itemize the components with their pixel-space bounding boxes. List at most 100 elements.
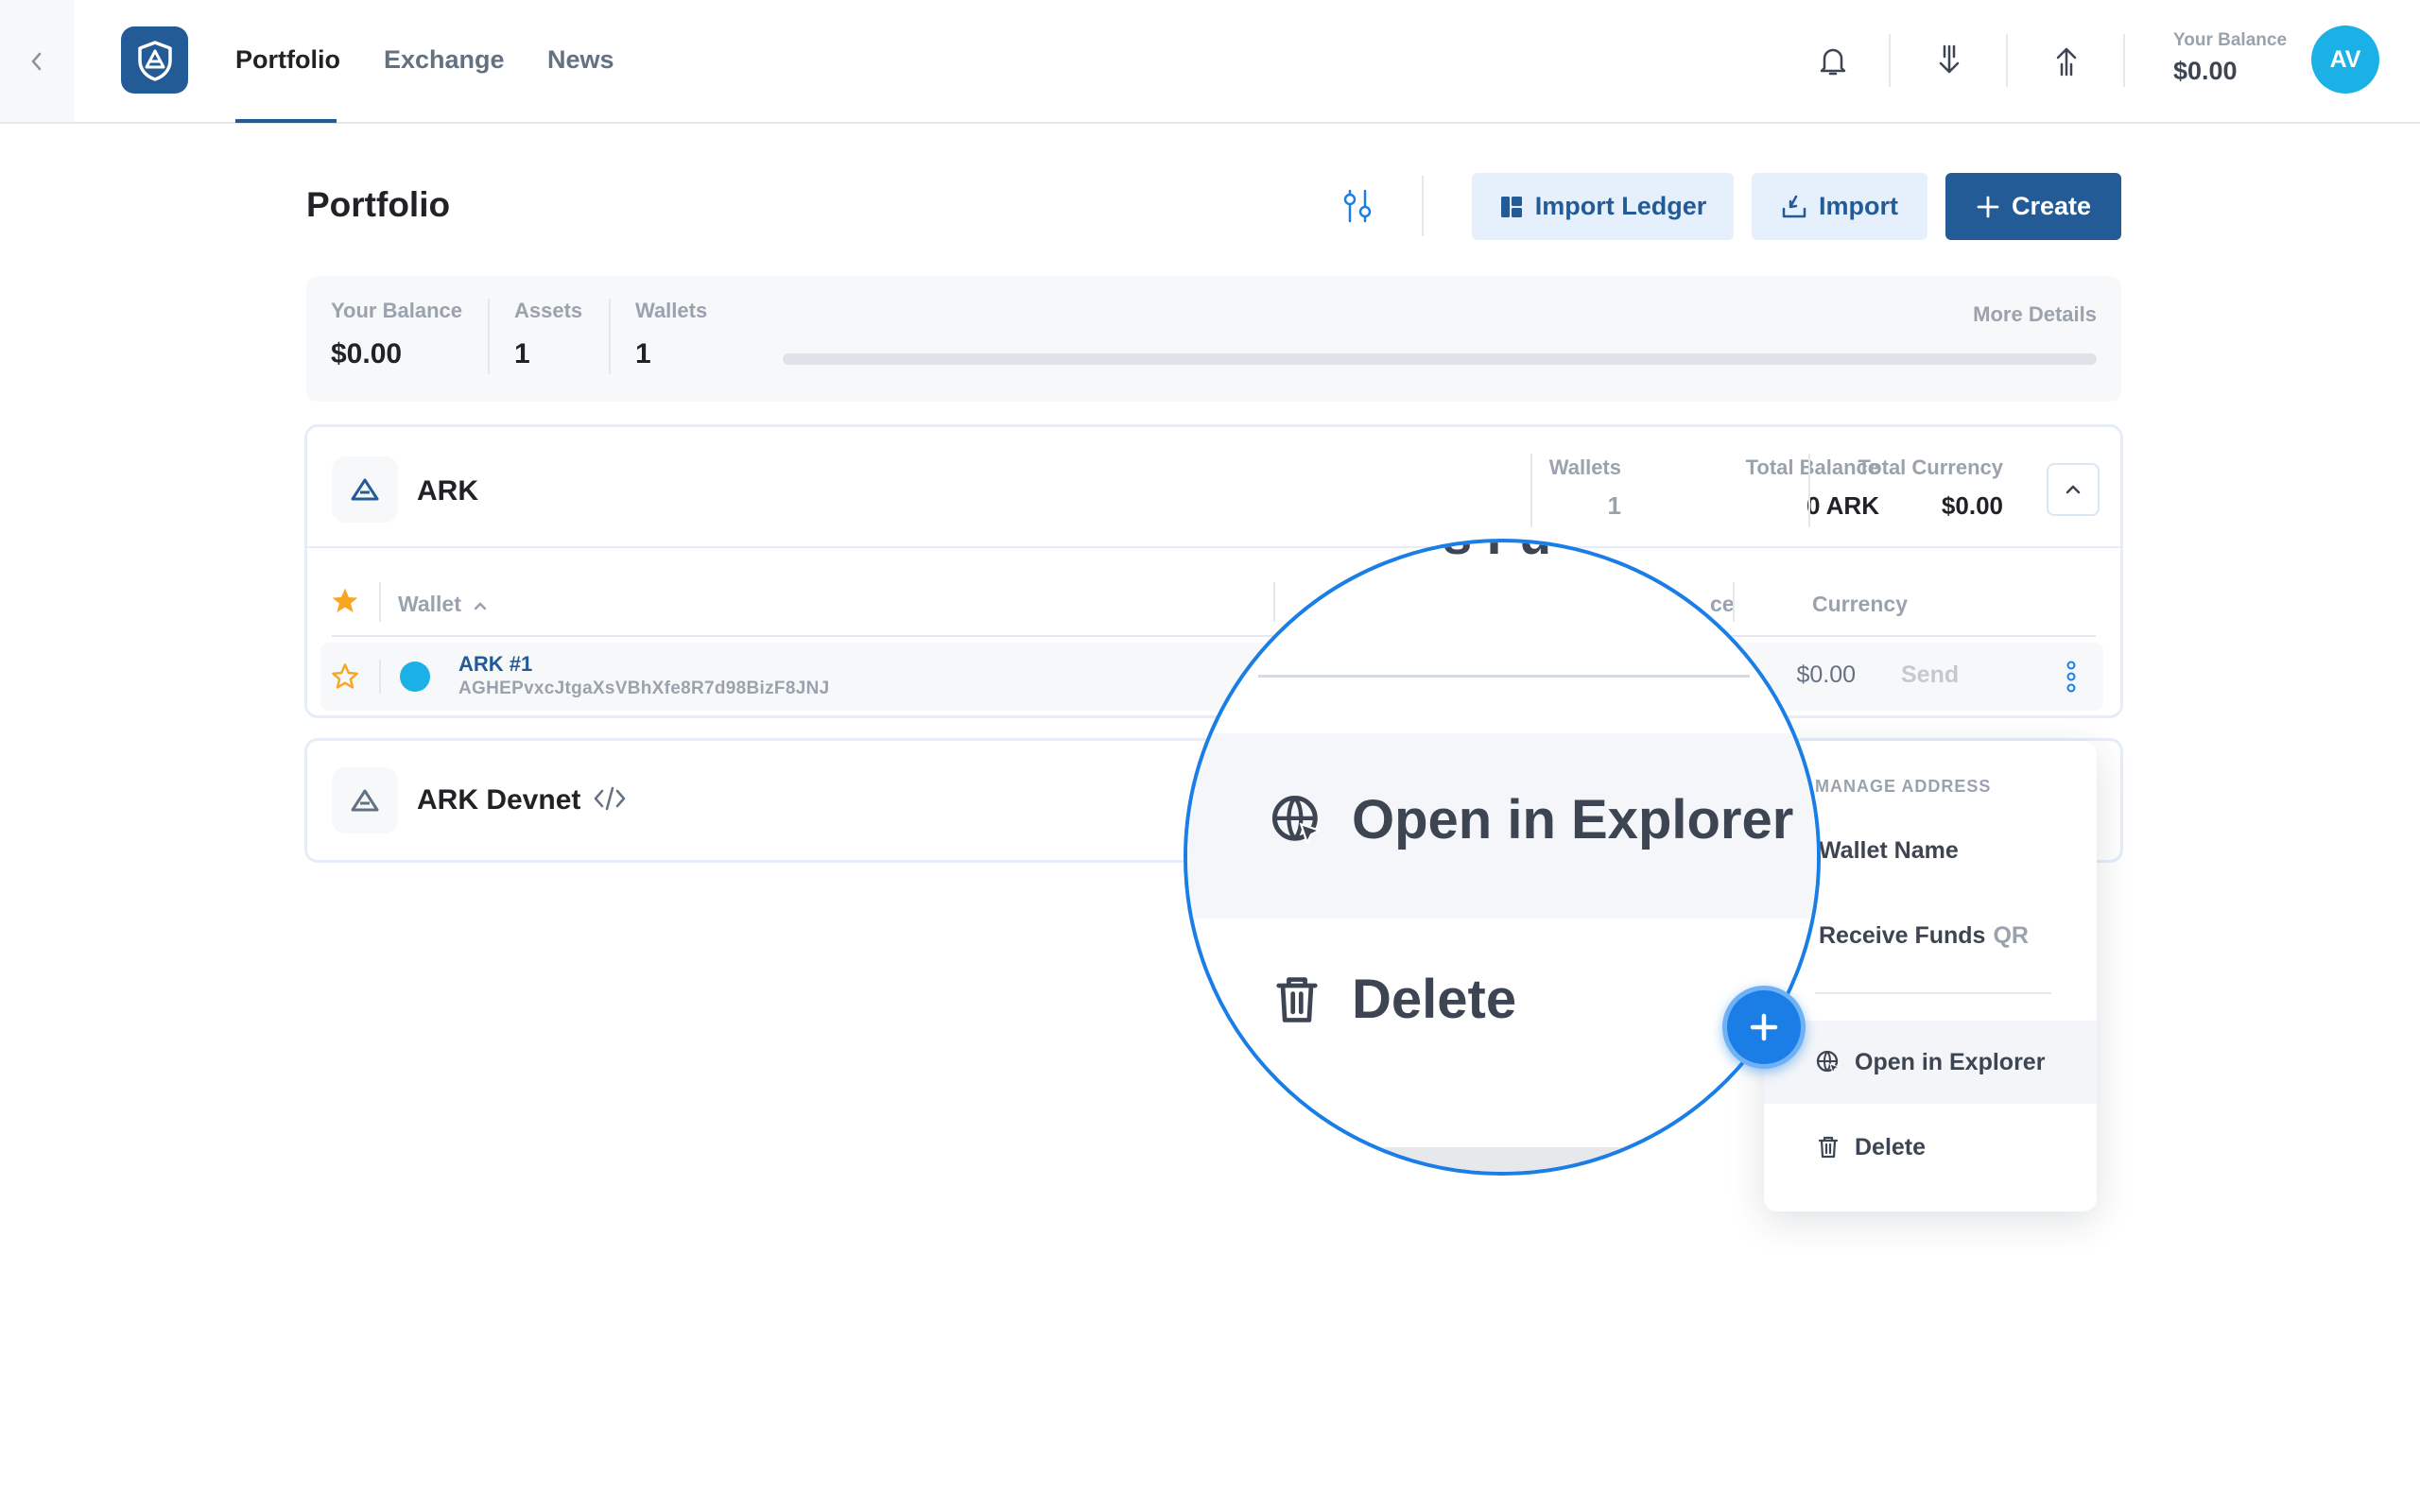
magnified-delete-label: Delete — [1352, 969, 1517, 1030]
summary-wallets-value: 1 — [635, 338, 651, 369]
menu-item-open-in-explorer-label: Open in Explorer — [1855, 1048, 2046, 1075]
favorites-filter[interactable] — [330, 586, 360, 621]
portfolio-summary: Your Balance $0.00 Assets 1 Wallets 1 Mo… — [306, 276, 2121, 402]
summary-balance-value: $0.00 — [331, 338, 403, 369]
total-currency-label: Total Currency — [1858, 455, 2003, 479]
magnified-open-in-explorer: Open in Explorer — [1269, 788, 1793, 851]
column-wallet[interactable]: Wallet — [398, 592, 488, 617]
tab-exchange[interactable]: Exchange — [384, 45, 505, 75]
import-ledger-button[interactable]: Import Ledger — [1472, 173, 1734, 240]
top-navigation-bar: Portfolio Exchange News Your Balance $0.… — [0, 0, 2420, 124]
column-separator — [379, 660, 381, 694]
send-button[interactable] — [2044, 38, 2089, 83]
favorite-toggle[interactable] — [330, 662, 360, 696]
column-separator — [379, 582, 381, 622]
summary-balance-label: Your Balance — [331, 299, 462, 322]
menu-item-open-in-explorer[interactable]: Open in Explorer — [1764, 1021, 2097, 1104]
globe-icon — [1816, 1050, 1841, 1074]
column-balance[interactable]: ce — [1710, 592, 1735, 617]
header-separator — [1422, 176, 1424, 236]
total-currency-value: $0.00 — [1941, 491, 2003, 520]
star-outline-icon — [332, 663, 358, 689]
receive-button[interactable] — [1927, 38, 1972, 83]
plus-icon — [1750, 1013, 1778, 1041]
magnified-open-in-explorer-label: Open in Explorer — [1352, 789, 1794, 850]
wallet-currency: $0.00 — [1796, 662, 1856, 688]
group-name: ARK — [417, 475, 478, 507]
chevron-up-icon — [2066, 485, 2081, 494]
menu-item-delete-label: Delete — [1855, 1133, 1927, 1160]
dropdown-heading: MANAGE ADDRESS — [1815, 777, 1992, 796]
wallet-avatar — [400, 662, 430, 692]
import-label: Import — [1819, 192, 1898, 220]
nav-separator — [1889, 34, 1891, 87]
table-row[interactable]: ARK #1 AGHEPvxcJtgaXsVBhXfe8R7d98BizF8JN… — [320, 643, 2103, 711]
app-logo[interactable] — [121, 26, 188, 94]
menu-item-delete[interactable]: Delete — [1764, 1106, 2097, 1189]
table-row-divider — [332, 635, 2096, 637]
wallet-address: AGHEPvxcJtgaXsVBhXfe8R7d98BizF8JNJ — [458, 679, 830, 698]
magnified-partial-text: s Fu — [1443, 542, 1551, 566]
shield-logo-icon — [137, 40, 172, 81]
magnified-delete: Delete — [1269, 968, 1516, 1031]
nav-balance-value: $0.00 — [2173, 57, 2238, 85]
group-wallets-label: Wallets — [1548, 455, 1621, 479]
sliders-icon — [1343, 189, 1372, 223]
create-button[interactable]: Create — [1945, 173, 2121, 240]
more-details-link[interactable]: More Details — [1973, 302, 2097, 327]
tab-news[interactable]: News — [547, 45, 614, 75]
summary-balance: Your Balance $0.00 — [331, 299, 462, 370]
import-button[interactable]: Import — [1752, 173, 1927, 240]
send-button[interactable]: Send — [1901, 662, 1959, 689]
code-icon — [594, 786, 626, 811]
trash-icon — [1276, 976, 1318, 1022]
magnified-shadow-edge — [1329, 1147, 1688, 1172]
summary-wallets: Wallets 1 — [635, 299, 707, 370]
group-wallets-value: 1 — [1607, 491, 1621, 520]
wallet-name[interactable]: ARK #1 — [458, 652, 532, 677]
stat-separator — [1530, 454, 1532, 527]
active-tab-indicator — [235, 119, 337, 123]
star-filled-icon — [332, 588, 358, 612]
nav-balance-label: Your Balance — [2173, 30, 2288, 50]
more-vertical-icon — [2066, 661, 2076, 693]
notification-bell-icon — [1820, 48, 1846, 76]
import-icon — [1782, 195, 1806, 217]
nav-separator — [2123, 34, 2125, 87]
notifications-button[interactable] — [1810, 38, 1856, 83]
group-name: ARK Devnet — [417, 784, 581, 816]
menu-item-wallet-name-label: Wallet Name — [1819, 836, 1959, 864]
summary-wallets-label: Wallets — [635, 299, 708, 322]
receive-arrow-icon — [1939, 44, 1960, 74]
filter-button[interactable] — [1337, 183, 1378, 229]
nav-separator — [2006, 34, 2008, 87]
devnet-code-icon — [593, 784, 627, 817]
summary-assets: Assets 1 — [514, 299, 582, 370]
zoom-badge — [1722, 986, 1806, 1069]
ark-logo-icon — [351, 789, 379, 812]
column-separator — [1273, 582, 1275, 622]
plus-icon — [1977, 196, 1999, 217]
column-separator — [1733, 582, 1735, 622]
ark-coin-icon — [332, 456, 398, 523]
wallet-options-button[interactable] — [2066, 660, 2077, 698]
import-ledger-label: Import Ledger — [1534, 192, 1707, 220]
column-currency[interactable]: Currency — [1812, 592, 1908, 617]
ledger-icon — [1500, 196, 1522, 217]
magnifier-callout: s Fu Open in Explorer Delete — [1184, 539, 1821, 1176]
menu-item-receive-funds-suffix: QR — [1993, 921, 2029, 949]
dropdown-separator — [1815, 992, 2051, 994]
stat-separator — [1808, 454, 1810, 527]
trash-icon — [1818, 1136, 1839, 1159]
back-button[interactable] — [0, 0, 74, 122]
ark-devnet-coin-icon — [332, 767, 398, 833]
collapse-group-button[interactable] — [2047, 463, 2100, 516]
summary-assets-label: Assets — [514, 299, 583, 322]
user-avatar[interactable]: AV — [2311, 26, 2379, 94]
table-header-divider — [307, 546, 2120, 548]
sort-chevron-up-icon — [475, 602, 487, 610]
summary-assets-value: 1 — [514, 338, 530, 369]
ark-logo-icon — [351, 478, 379, 501]
tab-portfolio[interactable]: Portfolio — [235, 45, 340, 75]
create-label: Create — [2011, 192, 2092, 220]
